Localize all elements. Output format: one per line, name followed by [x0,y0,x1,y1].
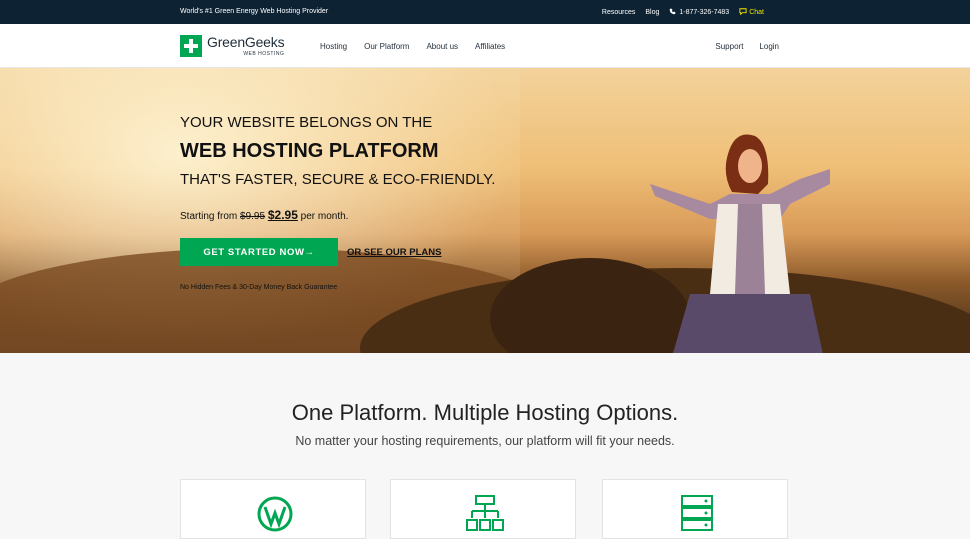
nav-item-our-platform[interactable]: Our Platform [364,42,409,51]
nav-item-affiliates[interactable]: Affiliates [475,42,505,51]
main-nav: GreenGeeks WEB HOSTING Hosting Our Platf… [0,24,970,68]
support-link[interactable]: Support [715,42,743,51]
blog-link[interactable]: Blog [645,9,659,16]
arrow-right-icon: → [304,246,315,258]
plus-logo-icon [180,35,202,57]
section-subtitle: No matter your hosting requirements, our… [295,434,675,448]
top-links: Resources Blog 1-877-326-7483 Chat [602,8,764,16]
phone-number: 1-877-326-7483 [679,9,730,16]
hero-line-3: THAT'S FASTER, SECURE & ECO-FRIENDLY. [180,171,496,188]
price-line: Starting from $9.95 $2.95 per month. [180,208,348,222]
hosting-card-network[interactable] [390,479,576,539]
account-menu: Support Login [715,42,779,51]
price-suffix: per month. [300,211,349,222]
get-started-button[interactable]: GET STARTED NOW → [180,238,338,266]
nav-menu: Hosting Our Platform About us Affiliates [320,42,505,51]
server-icon [681,495,713,531]
wordpress-icon [257,496,293,532]
login-link[interactable]: Login [759,42,779,51]
guarantee-text: No Hidden Fees & 30-Day Money Back Guara… [180,284,338,291]
hero-headline: WEB HOSTING PLATFORM [180,140,439,162]
logo-subtitle: WEB HOSTING [243,51,285,57]
hosting-card-wordpress[interactable] [180,479,366,539]
price-prefix: Starting from [180,211,238,222]
hero-line-1: YOUR WEBSITE BELONGS ON THE [180,114,433,131]
old-price: $9.95 [240,211,266,222]
phone-link[interactable]: 1-877-326-7483 [669,8,729,16]
phone-icon [670,8,676,15]
section-title: One Platform. Multiple Hosting Options. [291,400,679,425]
nav-item-hosting[interactable]: Hosting [320,42,347,51]
see-plans-link[interactable]: OR SEE OUR PLANS [347,247,442,258]
chat-label: Chat [749,9,764,16]
woman-illustration [650,134,830,353]
new-price: $2.95 [267,208,298,222]
top-bar: World's #1 Green Energy Web Hosting Prov… [0,0,970,24]
logo-name: GreenGeeks [207,34,285,50]
resources-link[interactable]: Resources [602,9,635,16]
nav-item-about-us[interactable]: About us [426,42,458,51]
greengeeks-logo[interactable]: GreenGeeks WEB HOSTING [180,34,285,57]
get-started-label: GET STARTED NOW [203,246,305,258]
chat-icon [739,8,747,15]
chat-link[interactable]: Chat [739,8,764,16]
tagline: World's #1 Green Energy Web Hosting Prov… [180,8,329,15]
hosting-card-server[interactable] [602,479,788,539]
hero-banner: YOUR WEBSITE BELONGS ON THE WEB HOSTING … [0,68,970,353]
network-icon [466,495,504,531]
